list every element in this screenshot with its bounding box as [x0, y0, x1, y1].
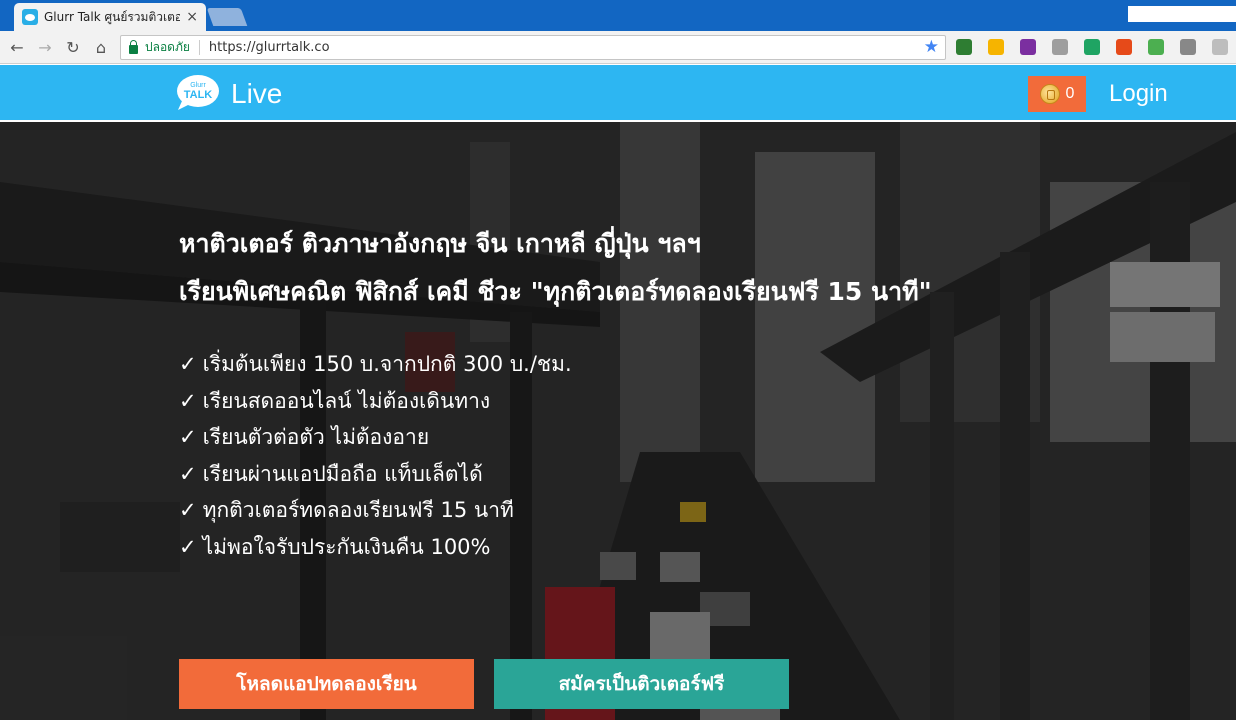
download-app-trial-button[interactable]: โหลดแอปทดลองเรียน [179, 659, 474, 709]
feature-item: ✓ ทุกติวเตอร์ทดลองเรียนฟรี 15 นาที [179, 498, 514, 523]
browser-toolbar: ← → ↻ ⌂ ปลอดภัย https://glurrtalk.co ★ [0, 31, 1236, 64]
window-controls-area [1128, 6, 1236, 22]
url-text[interactable]: https://glurrtalk.co [209, 40, 330, 55]
compass-icon[interactable] [988, 39, 1004, 55]
glurr-talk-logo-icon[interactable]: Glurr TALK [174, 73, 220, 111]
forward-icon[interactable]: → [34, 36, 56, 58]
back-icon[interactable]: ← [6, 36, 28, 58]
login-link[interactable]: Login [1109, 80, 1168, 108]
lock-icon [129, 40, 138, 54]
logo-text[interactable]: Live [231, 78, 282, 110]
headline-line-1: หาติวเตอร์ ติวภาษาอังกฤษ จีน เกาหลี ญี่ป… [179, 229, 701, 258]
headline-line-2: เรียนพิเศษคณิต ฟิสิกส์ เคมี ชีวะ "ทุกติว… [179, 277, 932, 306]
reload-icon[interactable]: ↻ [62, 36, 84, 58]
address-bar[interactable]: ปลอดภัย https://glurrtalk.co ★ [120, 35, 946, 60]
svg-text:Glurr: Glurr [190, 82, 206, 89]
checkmark-icon: ✓ [179, 425, 197, 450]
checkmark-icon: ✓ [179, 388, 197, 413]
hero-section: หาติวเตอร์ ติวภาษาอังกฤษ จีน เกาหลี ญี่ป… [0, 122, 1236, 720]
onenote-icon[interactable] [1020, 39, 1036, 55]
tab-title: Glurr Talk ศูนย์รวมติวเตอร์ติว [44, 9, 181, 24]
browser-tab-strip: Glurr Talk ศูนย์รวมติวเตอร์ติว × [0, 0, 1236, 31]
site-header: Glurr TALK Live 0 Login [0, 65, 1236, 122]
home-icon[interactable]: ⌂ [90, 36, 112, 58]
coin-count: 0 [1065, 85, 1075, 102]
svg-text:TALK: TALK [184, 89, 213, 101]
hero-content: หาติวเตอร์ ติวภาษาอังกฤษ จีน เกาหลี ญี่ป… [179, 220, 1119, 566]
checkmark-icon: ✓ [179, 498, 197, 523]
new-tab-button[interactable] [206, 8, 248, 26]
checkmark-icon: ✓ [179, 534, 197, 559]
camera-icon[interactable] [1052, 39, 1068, 55]
windows-tiles-icon[interactable] [1148, 39, 1164, 55]
office-icon[interactable] [1116, 39, 1132, 55]
feature-item: ✓ เรียนสดออนไลน์ ไม่ต้องเดินทาง [179, 388, 491, 413]
bookmark-star-icon[interactable]: ★ [924, 37, 939, 57]
folder-icon[interactable] [1212, 39, 1228, 55]
person-icon[interactable] [1180, 39, 1196, 55]
checkmark-icon: ✓ [179, 461, 197, 486]
browser-tab[interactable]: Glurr Talk ศูนย์รวมติวเตอร์ติว × [14, 3, 206, 31]
secure-label: ปลอดภัย [145, 40, 190, 54]
feature-item: ✓ เรียนตัวต่อตัว ไม่ต้องอาย [179, 425, 430, 450]
omnibox-divider [198, 40, 200, 55]
feature-item: ✓ เรียนผ่านแอปมือถือ แท็บเล็ตได้ [179, 461, 483, 486]
globe-icon[interactable] [956, 39, 972, 55]
hero-headline: หาติวเตอร์ ติวภาษาอังกฤษ จีน เกาหลี ญี่ป… [179, 220, 1119, 316]
coin-icon [1039, 84, 1060, 104]
coin-balance-button[interactable]: 0 [1028, 76, 1086, 112]
checkmark-icon: ✓ [179, 352, 197, 376]
register-tutor-button[interactable]: สมัครเป็นติวเตอร์ฟรี [494, 659, 789, 709]
feature-item: ✓ ไม่พอใจรับประกันเงินคืน 100% [179, 534, 491, 559]
drive-icon[interactable] [1084, 39, 1100, 55]
feature-item: ✓ เริ่มต้นเพียง 150 บ.จากปกติ 300 บ./ชม. [179, 352, 572, 376]
tab-close-icon[interactable]: × [186, 10, 198, 24]
feature-list: ✓ เริ่มต้นเพียง 150 บ.จากปกติ 300 บ./ชม. … [179, 346, 1119, 566]
glurr-favicon-icon [22, 9, 38, 25]
cta-row: โหลดแอปทดลองเรียน สมัครเป็นติวเตอร์ฟรี [179, 659, 789, 709]
